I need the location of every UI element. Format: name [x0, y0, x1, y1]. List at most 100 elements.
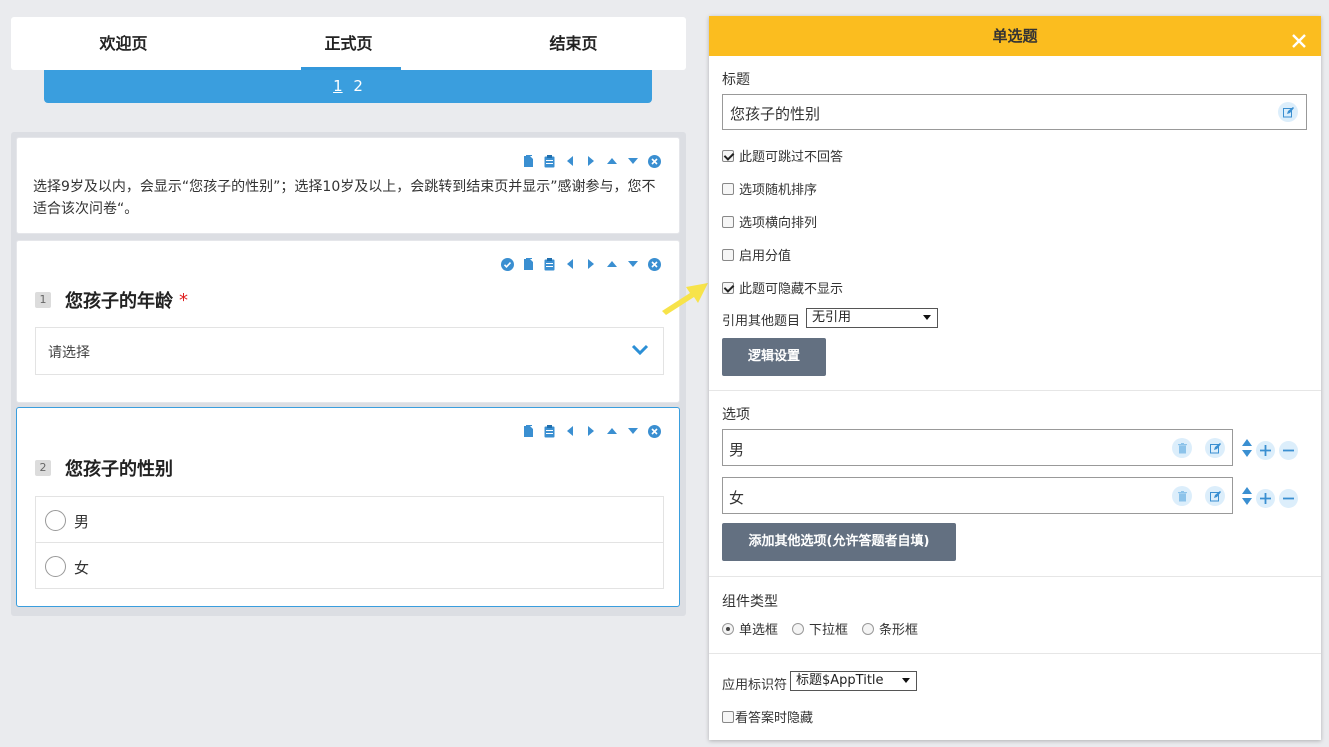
checkbox-horizontal[interactable]: 选项横向排列 — [722, 212, 817, 231]
option-input-male[interactable]: 男 — [722, 429, 1233, 466]
tab-welcome[interactable]: 欢迎页 — [11, 17, 236, 70]
checkbox[interactable] — [722, 281, 734, 294]
clipboard-icon[interactable] — [542, 424, 556, 438]
component-type-label: 组件类型 — [722, 594, 778, 610]
app-id-select[interactable]: 标题$AppTitle — [790, 671, 917, 691]
radio-bar[interactable]: 条形框 — [862, 619, 918, 638]
edit-icon[interactable] — [1205, 486, 1225, 506]
clipboard-icon[interactable] — [542, 154, 556, 168]
option-label: 女 — [74, 559, 90, 577]
note-text: 选择9岁及以内，会显示“您孩子的性别”；选择10岁及以上，会跳转到结束页并显示”… — [33, 179, 656, 217]
radio-dot[interactable] — [792, 622, 805, 635]
move-up-icon[interactable] — [605, 424, 619, 438]
radio-button[interactable] — [45, 510, 66, 531]
checkbox-label: 选项横向排列 — [739, 216, 818, 231]
caret-down-icon — [923, 315, 931, 320]
question-canvas: 选择9岁及以内，会显示“您孩子的性别”；选择10岁及以上，会跳转到结束页并显示”… — [11, 132, 686, 616]
radio-button[interactable] — [45, 556, 66, 577]
option-row-female[interactable]: 女 — [35, 542, 664, 589]
move-left-icon[interactable] — [563, 424, 577, 438]
option-controls-female — [1242, 486, 1298, 510]
move-left-icon[interactable] — [563, 154, 577, 168]
checkbox-random-order[interactable]: 选项随机排序 — [722, 179, 817, 198]
option-label: 男 — [74, 513, 90, 531]
trash-icon[interactable] — [1172, 438, 1192, 458]
option-input-female[interactable]: 女 — [722, 477, 1233, 514]
radio-dot[interactable] — [722, 622, 734, 635]
divider — [709, 390, 1321, 391]
question-2-toolbar — [521, 424, 661, 438]
question-text: 您孩子的年龄 — [65, 291, 173, 312]
add-other-option-button[interactable]: 添加其他选项(允许答题者自填) — [722, 523, 956, 561]
radio-label: 单选框 — [739, 623, 779, 638]
checkbox-skippable[interactable]: 此题可跳过不回答 — [722, 146, 843, 165]
chevron-down-icon — [631, 344, 649, 360]
plus-icon[interactable] — [1256, 488, 1275, 508]
tab-main[interactable]: 正式页 — [236, 17, 461, 70]
question-card-1[interactable]: 1 您孩子的年龄 * 请选择 — [16, 240, 680, 403]
move-down-icon[interactable] — [626, 424, 640, 438]
options-label: 选项 — [722, 407, 750, 423]
page-pager: 1 2 — [44, 70, 652, 103]
checkbox-label: 启用分值 — [739, 249, 792, 264]
close-icon[interactable] — [1289, 26, 1309, 48]
reference-select[interactable]: 无引用 — [806, 308, 938, 328]
checkbox[interactable] — [722, 710, 734, 723]
reorder-icon[interactable] — [1242, 438, 1252, 462]
delete-icon[interactable] — [647, 257, 661, 271]
required-mark: * — [179, 289, 188, 311]
copy-icon[interactable] — [521, 257, 535, 271]
checkbox[interactable] — [722, 182, 734, 195]
move-right-icon[interactable] — [584, 424, 598, 438]
move-down-icon[interactable] — [626, 154, 640, 168]
plus-icon[interactable] — [1256, 440, 1275, 460]
age-select[interactable]: 请选择 — [35, 327, 664, 375]
minus-icon[interactable] — [1279, 440, 1298, 460]
edit-icon[interactable] — [1205, 438, 1225, 458]
option-value: 男 — [729, 441, 745, 459]
title-value: 您孩子的性别 — [730, 105, 821, 123]
copy-icon[interactable] — [521, 424, 535, 438]
delete-icon[interactable] — [647, 154, 661, 168]
pager-page-1[interactable]: 1 — [333, 70, 343, 103]
check-icon[interactable] — [500, 257, 514, 271]
note-toolbar — [521, 154, 661, 168]
divider — [709, 653, 1321, 654]
reference-label: 引用其他题目 — [722, 314, 801, 329]
question-1-title: 1 您孩子的年龄 * — [35, 287, 188, 313]
question-card-2[interactable]: 2 您孩子的性别 男 女 — [16, 407, 680, 607]
move-right-icon[interactable] — [584, 257, 598, 271]
app-id-label: 应用标识符 — [722, 678, 788, 693]
move-up-icon[interactable] — [605, 154, 619, 168]
delete-icon[interactable] — [647, 424, 661, 438]
minus-icon[interactable] — [1279, 488, 1298, 508]
checkbox-hide-on-answer[interactable]: 看答案时隐藏 — [722, 707, 813, 726]
panel-header: 单选题 — [709, 16, 1321, 56]
move-left-icon[interactable] — [563, 257, 577, 271]
clipboard-icon[interactable] — [542, 257, 556, 271]
copy-icon[interactable] — [521, 154, 535, 168]
note-card[interactable]: 选择9岁及以内，会显示“您孩子的性别”；选择10岁及以上，会跳转到结束页并显示”… — [16, 137, 680, 234]
radio-single-choice[interactable]: 单选框 — [722, 619, 778, 638]
radio-dropdown[interactable]: 下拉框 — [792, 619, 848, 638]
tab-end[interactable]: 结束页 — [461, 17, 686, 70]
reorder-icon[interactable] — [1242, 486, 1252, 510]
trash-icon[interactable] — [1172, 486, 1192, 506]
logic-settings-button[interactable]: 逻辑设置 — [722, 338, 826, 376]
edit-icon[interactable] — [1278, 102, 1298, 122]
option-row-male[interactable]: 男 — [35, 496, 664, 543]
checkbox[interactable] — [722, 149, 734, 162]
checkbox-label: 此题可跳过不回答 — [739, 150, 844, 165]
radio-dot[interactable] — [862, 622, 875, 635]
option-value: 女 — [729, 489, 745, 507]
checkbox[interactable] — [722, 248, 734, 261]
reference-value: 无引用 — [812, 310, 852, 325]
move-down-icon[interactable] — [626, 257, 640, 271]
checkbox-enable-score[interactable]: 启用分值 — [722, 245, 791, 264]
checkbox-hideable[interactable]: 此题可隐藏不显示 — [722, 278, 843, 297]
checkbox[interactable] — [722, 215, 734, 228]
move-up-icon[interactable] — [605, 257, 619, 271]
title-input[interactable]: 您孩子的性别 — [722, 94, 1307, 130]
pager-page-2[interactable]: 2 — [353, 70, 363, 103]
move-right-icon[interactable] — [584, 154, 598, 168]
